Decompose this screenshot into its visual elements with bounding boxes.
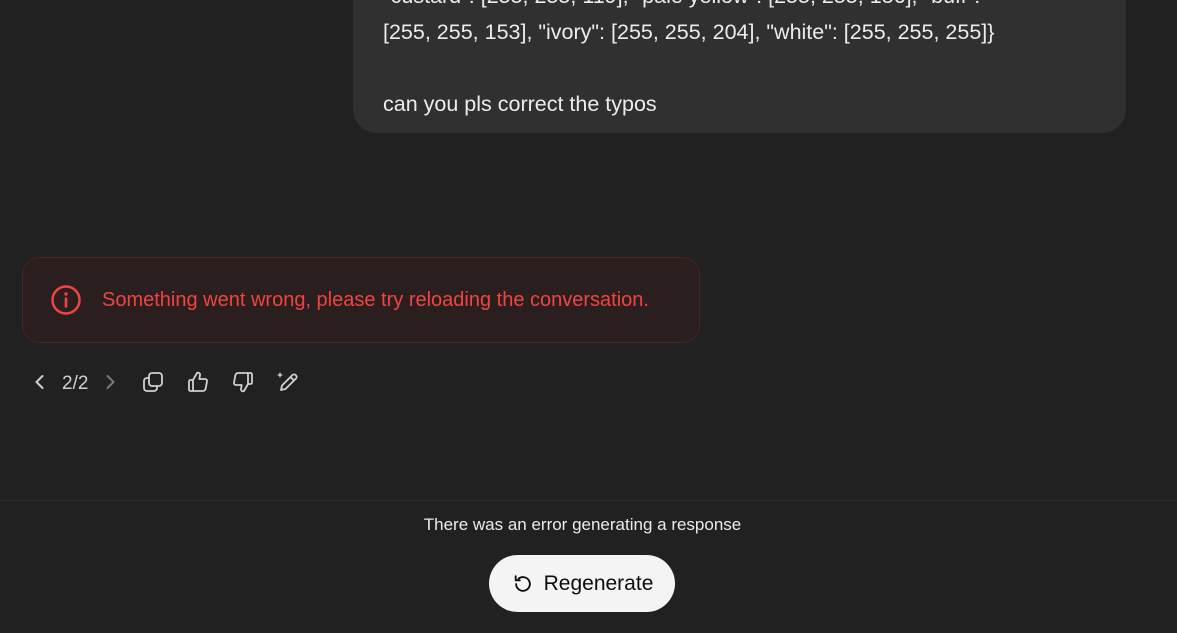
chevron-right-icon [100, 372, 120, 397]
footer-divider [0, 500, 1177, 501]
copy-icon [141, 370, 165, 399]
user-message-line: "custard": [255, 255, 119], "pale yellow… [383, 0, 1096, 14]
user-message-line: [255, 255, 153], "ivory": [255, 255, 204… [383, 20, 995, 44]
user-message-bubble: "custard": [255, 255, 119], "pale yellow… [353, 0, 1126, 133]
thumbs-up-button[interactable] [180, 366, 216, 402]
thumbs-up-icon [186, 370, 210, 399]
refresh-icon [511, 572, 535, 596]
info-circle-icon [50, 284, 82, 316]
thumbs-down-icon [231, 370, 255, 399]
error-message-box: Something went wrong, please try reloadi… [22, 257, 700, 343]
edit-sparkle-icon [275, 369, 301, 400]
copy-button[interactable] [135, 366, 171, 402]
user-message-line: can you pls correct the typos [383, 92, 657, 116]
generation-error-note: There was an error generating a response [423, 515, 742, 534]
chat-page: "custard": [255, 255, 119], "pale yellow… [0, 0, 1177, 633]
message-actions-bar: 2/2 [22, 364, 306, 404]
previous-response-button[interactable] [22, 366, 58, 402]
error-message-text: Something went wrong, please try reloadi… [102, 288, 649, 311]
regenerate-label: Regenerate [543, 571, 654, 595]
regenerate-button[interactable]: Regenerate [489, 555, 675, 612]
response-pager-label: 2/2 [62, 373, 89, 394]
next-response-button[interactable] [92, 366, 128, 402]
edit-button[interactable] [270, 366, 306, 402]
thumbs-down-button[interactable] [225, 366, 261, 402]
chevron-left-icon [30, 372, 50, 397]
